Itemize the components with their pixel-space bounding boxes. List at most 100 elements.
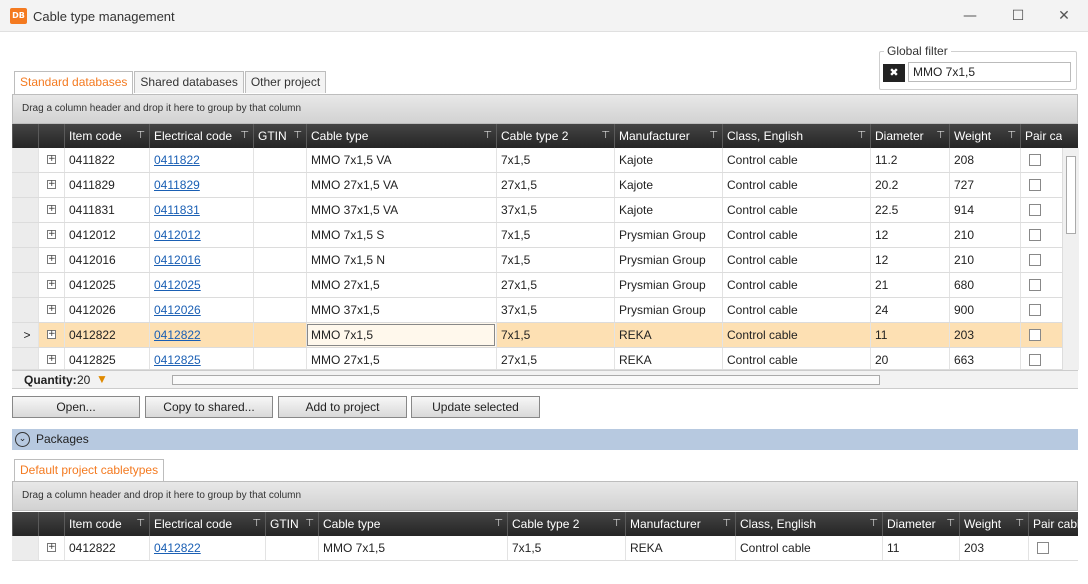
column-header-electrical-code[interactable]: Electrical code ⊤ (149, 512, 265, 536)
column-header-pair-cables[interactable]: Pair cables (1020, 124, 1062, 148)
expand-row-icon[interactable]: + (47, 180, 56, 189)
pair-cables-checkbox[interactable] (1029, 254, 1041, 266)
tab-standard-databases[interactable]: Standard databases (14, 71, 134, 94)
row-indicator[interactable] (12, 298, 38, 322)
row-indicator[interactable] (12, 248, 38, 272)
column-header-electrical-code[interactable]: Electrical code ⊤ (149, 124, 253, 148)
expand-row-icon[interactable]: + (47, 543, 56, 552)
group-by-panel[interactable]: Drag a column header and drop it here to… (12, 94, 1078, 124)
column-header-manufacturer[interactable]: Manufacturer ⊤ (625, 512, 735, 536)
expand-row-icon[interactable]: + (47, 280, 56, 289)
column-header-cable-type-2[interactable]: Cable type 2 ⊤ (496, 124, 614, 148)
expand-row-icon[interactable]: + (47, 305, 56, 314)
table-row[interactable]: +0411822 0411822 MMO 7x1,5 VA 7x1,5 Kajote Co… (12, 148, 1062, 173)
clear-filter-icon[interactable]: ✖ (883, 64, 905, 82)
table-row[interactable]: +0412016 0412016 MMO 7x1,5 N 7x1,5 Prysmian … (12, 248, 1062, 273)
vertical-scrollbar[interactable] (1062, 148, 1079, 370)
global-filter-input[interactable] (908, 62, 1071, 82)
vertical-scroll-thumb[interactable] (1066, 156, 1076, 234)
column-filter-icon[interactable]: ⊤ (1007, 124, 1016, 148)
filter-funnel-icon[interactable]: ▼ (96, 372, 108, 386)
table-row[interactable]: +0412012 0412012 MMO 7x1,5 S 7x1,5 Prysmian … (12, 223, 1062, 248)
cell-electrical-code[interactable]: 0411831 (149, 198, 253, 222)
column-filter-icon[interactable]: ⊤ (869, 512, 878, 536)
cell-electrical-code[interactable]: 0412822 (149, 323, 253, 347)
cell-electrical-code[interactable]: 0411822 (149, 148, 253, 172)
cell-electrical-code[interactable]: 0412026 (149, 298, 253, 322)
column-header-gtin[interactable]: GTIN ⊤ (253, 124, 306, 148)
column-filter-icon[interactable]: ⊤ (1015, 512, 1024, 536)
column-filter-icon[interactable]: ⊤ (494, 512, 503, 536)
table-row[interactable]: +0412825 0412825 MMO 27x1,5 27x1,5 REKA Contr… (12, 348, 1062, 370)
open-button[interactable]: Open... (12, 396, 140, 418)
column-filter-icon[interactable]: ⊤ (601, 124, 610, 148)
expand-row-icon[interactable]: + (47, 205, 56, 214)
table-row[interactable]: +0411829 0411829 MMO 27x1,5 VA 27x1,5 Kajote… (12, 173, 1062, 198)
expand-row-icon[interactable]: + (47, 230, 56, 239)
column-header-gtin[interactable]: GTIN ⊤ (265, 512, 318, 536)
column-header-cable-type[interactable]: Cable type ⊤ (306, 124, 496, 148)
column-header-diameter[interactable]: Diameter ⊤ (882, 512, 959, 536)
column-filter-icon[interactable]: ⊤ (293, 124, 302, 148)
column-header-item-code[interactable]: Item code ⊤ (64, 512, 149, 536)
row-indicator[interactable] (12, 223, 38, 247)
add-to-project-button[interactable]: Add to project (278, 396, 407, 418)
column-filter-icon[interactable]: ⊤ (709, 124, 718, 148)
column-header-manufacturer[interactable]: Manufacturer ⊤ (614, 124, 722, 148)
column-filter-icon[interactable]: ⊤ (252, 512, 261, 536)
column-filter-icon[interactable]: ⊤ (857, 124, 866, 148)
pair-cables-checkbox[interactable] (1029, 354, 1041, 366)
group-by-panel-bottom[interactable]: Drag a column header and drop it here to… (12, 481, 1078, 511)
column-filter-icon[interactable]: ⊤ (483, 124, 492, 148)
tab-shared-databases[interactable]: Shared databases (134, 71, 244, 93)
cell-electrical-code[interactable]: 0412012 (149, 223, 253, 247)
cell-electrical-code[interactable]: 0412825 (149, 348, 253, 369)
tab-default-project-cabletypes[interactable]: Default project cabletypes (14, 459, 165, 481)
row-indicator[interactable] (12, 148, 38, 172)
cell-electrical-code[interactable]: 0411829 (149, 173, 253, 197)
pair-cables-checkbox[interactable] (1029, 204, 1041, 216)
row-indicator[interactable]: > (12, 323, 38, 347)
column-filter-icon[interactable]: ⊤ (136, 124, 145, 148)
tab-other-project[interactable]: Other project (244, 71, 327, 93)
column-header-item-code[interactable]: Item code ⊤ (64, 124, 149, 148)
column-filter-icon[interactable]: ⊤ (946, 512, 955, 536)
pair-cables-checkbox[interactable] (1029, 229, 1041, 241)
column-filter-icon[interactable]: ⊤ (612, 512, 621, 536)
table-row[interactable]: +0412026 0412026 MMO 37x1,5 37x1,5 Prysmian … (12, 298, 1062, 323)
expand-row-icon[interactable]: + (47, 355, 56, 364)
table-row[interactable]: > +0412822 0412822 MMO 7x1,5 7x1,5 REKA Contro… (12, 323, 1062, 348)
column-header-diameter[interactable]: Diameter ⊤ (870, 124, 949, 148)
update-selected-button[interactable]: Update selected (411, 396, 540, 418)
pair-cables-checkbox[interactable] (1029, 279, 1041, 291)
row-indicator[interactable] (12, 173, 38, 197)
column-filter-icon[interactable]: ⊤ (722, 512, 731, 536)
column-header-weight[interactable]: Weight ⊤ (949, 124, 1020, 148)
column-header-pair-cables[interactable]: Pair cables (1028, 512, 1078, 536)
copy-to-shared-button[interactable]: Copy to shared... (145, 396, 273, 418)
packages-panel-header[interactable]: ⌄ Packages (12, 429, 1078, 450)
pair-cables-checkbox[interactable] (1029, 329, 1041, 341)
cell-electrical-code[interactable]: 0412016 (149, 248, 253, 272)
row-indicator[interactable] (12, 273, 38, 297)
column-header-cable-type-2[interactable]: Cable type 2 ⊤ (507, 512, 625, 536)
expand-row-icon[interactable]: + (47, 155, 56, 164)
row-indicator[interactable] (12, 198, 38, 222)
row-indicator[interactable] (12, 348, 38, 369)
column-header-class-english[interactable]: Class, English ⊤ (722, 124, 870, 148)
column-header-cable-type[interactable]: Cable type ⊤ (318, 512, 507, 536)
pair-cables-checkbox[interactable] (1029, 154, 1041, 166)
column-filter-icon[interactable]: ⊤ (936, 124, 945, 148)
minimize-button[interactable]: — (955, 6, 985, 26)
table-row[interactable]: +0412025 0412025 MMO 27x1,5 27x1,5 Prysmian … (12, 273, 1062, 298)
expand-row-icon[interactable]: + (47, 255, 56, 264)
close-button[interactable]: ✕ (1049, 6, 1079, 26)
expand-icon[interactable]: ⌄ (15, 432, 30, 447)
table-row[interactable]: +0411831 0411831 MMO 37x1,5 VA 37x1,5 Kajote… (12, 198, 1062, 223)
horizontal-scrollbar[interactable] (172, 375, 880, 385)
pair-cables-checkbox[interactable] (1029, 304, 1041, 316)
table-row[interactable]: +0412822 0412822 MMO 7x1,5 7x1,5 REKA Control… (12, 536, 1078, 561)
cell-electrical-code[interactable]: 0412025 (149, 273, 253, 297)
pair-cables-checkbox[interactable] (1037, 542, 1049, 554)
expand-row-icon[interactable]: + (47, 330, 56, 339)
